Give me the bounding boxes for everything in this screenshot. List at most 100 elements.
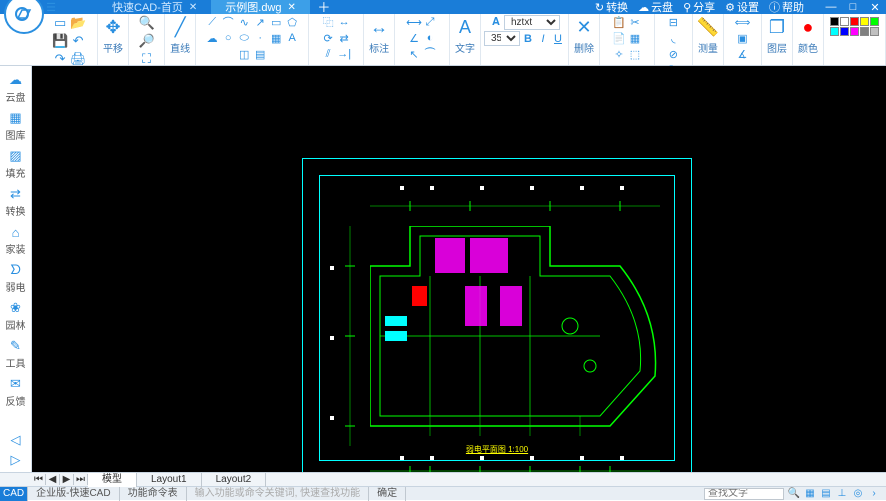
text-tool-icon[interactable]: A <box>453 15 477 39</box>
dim-arc-icon[interactable]: ⏜ <box>423 47 437 61</box>
arc-icon[interactable]: ⌒ <box>221 15 235 29</box>
color-swatch[interactable] <box>850 27 859 36</box>
sidebar-item-home[interactable]: ⌂家装 <box>6 224 26 256</box>
copy-icon[interactable]: ⿻ <box>321 15 335 29</box>
grid-icon[interactable]: ▤ <box>820 488 832 500</box>
break-icon[interactable]: ⊘ <box>666 47 680 61</box>
drawing-canvas[interactable]: 弱电平面图 1:100 <box>32 66 886 472</box>
add-tab-icon[interactable]: ＋ <box>316 0 332 14</box>
command-input[interactable]: 输入功能或命令关键词, 快速查找功能 <box>187 487 370 501</box>
zoom-extent-icon[interactable]: ⛶ <box>139 51 155 67</box>
sidebar-item-cloud[interactable]: ☁云盘 <box>6 72 26 104</box>
dist-icon[interactable]: ⟺ <box>735 15 749 29</box>
color-swatch[interactable] <box>860 17 869 26</box>
mirror-icon[interactable]: ⇄ <box>337 31 351 45</box>
ellipse-icon[interactable]: ⬭ <box>237 31 251 45</box>
undo-icon[interactable]: ↶ <box>70 33 86 49</box>
extend-icon[interactable]: →| <box>337 47 351 61</box>
color-swatch[interactable] <box>870 17 879 26</box>
layout-first-icon[interactable]: ⏮ <box>32 474 46 485</box>
layout-next-icon[interactable]: ▶ <box>60 474 74 485</box>
color-swatch[interactable] <box>830 27 839 36</box>
explode-icon[interactable]: ✧ <box>612 47 626 61</box>
close-window-icon[interactable]: ✕ <box>868 0 882 14</box>
settings-button[interactable]: ⚙ 设置 <box>725 0 759 15</box>
annotate-icon[interactable]: ↔ <box>367 15 391 39</box>
block-icon[interactable]: ◫ <box>237 47 251 61</box>
dim-angular-icon[interactable]: ∠ <box>407 31 421 45</box>
layer-icon[interactable]: ❐ <box>765 15 789 39</box>
maximize-icon[interactable]: □ <box>846 0 860 14</box>
trim-icon[interactable]: ⊟ <box>666 15 680 29</box>
sidebar-item-library[interactable]: ▦图库 <box>6 110 26 142</box>
tab-document[interactable]: 示例图.dwg ✕ <box>211 0 310 14</box>
zoom-out-icon[interactable]: 🔎 <box>139 33 155 49</box>
polyline-icon[interactable]: ⟋ <box>205 15 219 29</box>
point-icon[interactable]: · <box>253 31 267 45</box>
rect-icon[interactable]: ▭ <box>269 15 283 29</box>
layout-tab-layout2[interactable]: Layout2 <box>202 473 267 487</box>
area-icon[interactable]: ▣ <box>735 31 749 45</box>
more-icon[interactable]: › <box>868 488 880 500</box>
poly-icon[interactable]: ⬠ <box>285 15 299 29</box>
measure-icon[interactable]: 📏 <box>696 15 720 39</box>
snap-icon[interactable]: ▦ <box>804 488 816 500</box>
dim-aligned-icon[interactable]: ⤢ <box>423 15 437 29</box>
pan-icon[interactable]: ✥ <box>101 15 125 39</box>
ray-icon[interactable]: ↗ <box>253 15 267 29</box>
convert-button[interactable]: ↻ 转换 <box>595 0 628 15</box>
sidebar-prev-icon[interactable]: ◁ <box>8 432 24 448</box>
ok-button[interactable]: 确定 <box>369 487 406 501</box>
layout-tab-model[interactable]: 模型 <box>88 473 137 487</box>
rotate-icon[interactable]: ⟳ <box>321 31 335 45</box>
osnap-icon[interactable]: ◎ <box>852 488 864 500</box>
zoom-in-icon[interactable]: 🔍 <box>139 15 155 31</box>
font-name-select[interactable]: hztxt <box>504 15 560 30</box>
array-icon[interactable]: ▦ <box>628 31 642 45</box>
sidebar-next-icon[interactable]: ▷ <box>8 452 24 468</box>
search-input[interactable] <box>704 488 784 500</box>
sidebar-item-feedback[interactable]: ✉反馈 <box>6 376 26 408</box>
sidebar-item-convert[interactable]: ⇄转换 <box>6 186 26 218</box>
underline-icon[interactable]: U <box>551 32 565 46</box>
text-icon[interactable]: A <box>285 31 299 45</box>
cloud-icon[interactable]: ☁ <box>205 31 219 45</box>
layout-last-icon[interactable]: ⏭ <box>74 474 88 485</box>
help-button[interactable]: ⓘ 帮助 <box>769 0 804 15</box>
redo-icon[interactable]: ↷ <box>52 51 68 67</box>
move-icon[interactable]: ↔ <box>337 15 351 29</box>
sidebar-item-weakelec[interactable]: ᗤ弱电 <box>6 262 26 294</box>
color-swatch[interactable] <box>840 27 849 36</box>
layout-tab-layout1[interactable]: Layout1 <box>137 473 202 487</box>
offset-icon[interactable]: ⫽ <box>321 47 335 61</box>
circle-icon[interactable]: ○ <box>221 31 235 45</box>
ortho-icon[interactable]: ⊥ <box>836 488 848 500</box>
layout-prev-icon[interactable]: ◀ <box>46 474 60 485</box>
tab-home[interactable]: 快速CAD-首页 ✕ <box>98 0 211 14</box>
color-icon[interactable]: ● <box>796 15 820 39</box>
table-icon[interactable]: ▤ <box>253 47 267 61</box>
new-icon[interactable]: ▭ <box>52 15 68 31</box>
save-icon[interactable]: 💾 <box>52 33 68 49</box>
open-icon[interactable]: 📂 <box>70 15 86 31</box>
close-icon[interactable]: ✕ <box>189 2 197 13</box>
group-icon[interactable]: ⬚ <box>628 47 642 61</box>
print-icon[interactable]: 🖨 <box>70 51 86 67</box>
angle-icon[interactable]: ∡ <box>735 47 749 61</box>
minimize-icon[interactable]: — <box>824 0 838 14</box>
color-swatch[interactable] <box>870 27 879 36</box>
color-swatch[interactable] <box>850 17 859 26</box>
line-icon[interactable]: ╱ <box>168 15 192 39</box>
delete-icon[interactable]: ✕ <box>572 15 596 39</box>
color-swatch[interactable] <box>860 27 869 36</box>
cmdtable-button[interactable]: 功能命令表 <box>120 487 187 501</box>
paste-icon[interactable]: 📄 <box>612 31 626 45</box>
hatch-icon[interactable]: ▦ <box>269 31 283 45</box>
sidebar-item-garden[interactable]: ❀园林 <box>6 300 26 332</box>
spline-icon[interactable]: ∿ <box>237 15 251 29</box>
share-button[interactable]: ⚲ 分享 <box>683 0 715 15</box>
bold-icon[interactable]: B <box>521 32 535 46</box>
cloud-button[interactable]: ☁ 云盘 <box>638 0 673 15</box>
dim-linear-icon[interactable]: ⟷ <box>407 15 421 29</box>
sidebar-item-tools[interactable]: ✎工具 <box>6 338 26 370</box>
